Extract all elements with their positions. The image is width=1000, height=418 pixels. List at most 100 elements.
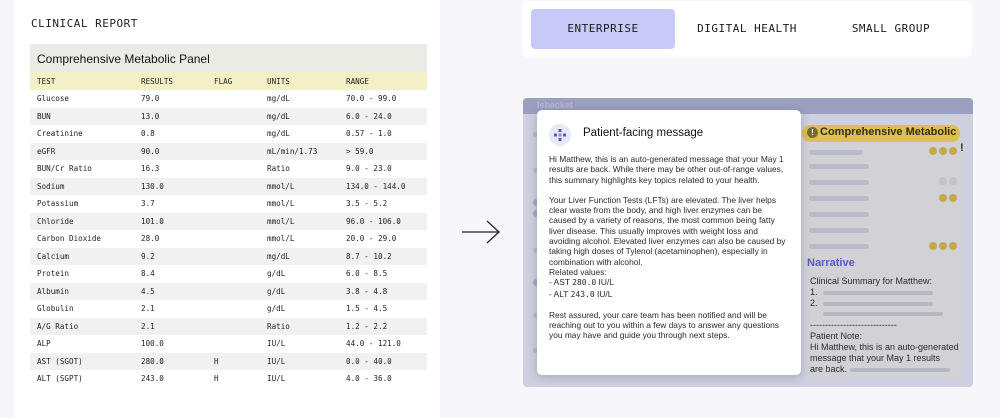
cell-range: 20.0 - 29.0 xyxy=(346,234,397,244)
cell-units: mmol/L xyxy=(267,234,295,244)
related-value-alt: - ALT 243.0 IU/L xyxy=(549,289,791,300)
narrative-title: Narrative xyxy=(807,257,855,269)
cell-units: mg/dL xyxy=(267,129,290,139)
cell-units: g/dL xyxy=(260,282,339,300)
cell-test: BUN/Cr Ratio xyxy=(37,164,92,174)
tab-enterprise[interactable]: ENTERPRISE xyxy=(531,9,675,49)
cell-result: 28.0 xyxy=(141,234,160,244)
cell-test: eGFR xyxy=(30,142,134,160)
status-dot xyxy=(939,147,947,155)
narrative-divider: ----------------------------- xyxy=(810,320,897,330)
table-row: A/G Ratio 2.1 Ratio 1.2 - 2.2 xyxy=(30,317,427,335)
cell-range: > 59.0 xyxy=(339,142,427,160)
table-row: Carbon Dioxide 28.0 mmol/L 20.0 - 29.0 xyxy=(30,230,427,248)
table-row: AST (SGOT) 280.0 H IU/L 0.0 - 40.0 xyxy=(30,352,427,370)
cell-units: mg/dL xyxy=(260,107,339,125)
cell-test: Globulin xyxy=(37,304,74,314)
cell-flag: H xyxy=(207,352,260,370)
status-dot xyxy=(939,194,947,202)
cell-flag xyxy=(207,142,260,160)
segment-tabs: ENTERPRISE DIGITAL HEALTH SMALL GROUP xyxy=(522,1,972,57)
cell-units: mg/dL xyxy=(267,94,290,104)
column-header-range: RANGE xyxy=(339,72,427,90)
related-value-unit: IU/L xyxy=(596,277,614,288)
patient-message-dialog: Patient-facing message Hi Matthew, this … xyxy=(537,110,801,375)
table-row: Chloride 101.0 mmol/L 96.0 - 106.0 xyxy=(30,212,427,230)
cell-flag xyxy=(207,177,260,195)
cell-units: mmol/L xyxy=(260,177,339,195)
cell-units: IU/L xyxy=(260,352,339,370)
cell-units: Ratio xyxy=(260,317,339,335)
cell-range: 8.7 - 10.2 xyxy=(339,247,427,265)
cell-flag xyxy=(207,282,260,300)
cell-flag xyxy=(207,230,260,248)
cell-flag: H xyxy=(214,374,219,384)
cell-result: 13.0 xyxy=(134,107,207,125)
status-dot xyxy=(949,194,957,202)
placeholder-bar xyxy=(809,196,869,201)
alert-icon: ! xyxy=(807,127,818,138)
placeholder-bar xyxy=(823,291,933,295)
narrative-list-item: 2. xyxy=(810,298,818,308)
cell-test: A/G Ratio xyxy=(30,317,134,335)
cell-range: 70.0 - 99.0 xyxy=(346,94,397,104)
cell-flag xyxy=(207,335,260,353)
status-dot xyxy=(949,177,957,185)
related-values-label: Related values: xyxy=(549,266,607,277)
column-header-results: RESULTS xyxy=(134,72,207,90)
cell-result: 2.1 xyxy=(134,317,207,335)
dialog-body: Hi Matthew, this is an auto-generated me… xyxy=(549,154,791,351)
cell-range: 134.0 - 144.0 xyxy=(339,177,427,195)
cell-units: IU/L xyxy=(267,374,286,384)
cell-units: IU/L xyxy=(267,339,286,349)
related-value-number: 243.0 xyxy=(570,289,595,299)
related-value-label: - AST xyxy=(549,277,573,288)
alert-mark: ! xyxy=(960,142,964,154)
status-dot xyxy=(949,242,957,250)
related-value-unit: IU/L xyxy=(594,288,613,299)
placeholder-bar xyxy=(809,180,869,185)
cell-units: Ratio xyxy=(267,164,290,174)
cell-flag xyxy=(207,247,260,265)
tab-small-group[interactable]: SMALL GROUP xyxy=(819,9,963,49)
table-row: BUN/Cr Ratio 16.3 Ratio 9.0 - 23.0 xyxy=(30,160,427,178)
cell-flag xyxy=(207,90,260,108)
status-dot xyxy=(949,147,957,155)
cell-units: mg/dL xyxy=(260,247,339,265)
cell-test: Protein xyxy=(37,269,70,279)
tab-digital-health[interactable]: DIGITAL HEALTH xyxy=(675,9,819,49)
table-row: Protein 8.4 g/dL 6.0 - 8.5 xyxy=(30,265,427,283)
placeholder-bar xyxy=(823,312,943,316)
clinical-report: CLINICAL REPORT Comprehensive Metabolic … xyxy=(14,0,440,418)
status-dot xyxy=(939,242,947,250)
narrative-list-item: 1. xyxy=(810,287,818,297)
related-value-number: 280.0 xyxy=(572,278,597,288)
narrative-heading: Clinical Summary for Matthew: xyxy=(810,276,933,286)
cell-flag xyxy=(207,107,260,125)
cell-test: Albumin xyxy=(30,282,134,300)
cell-test: AST (SGOT) xyxy=(30,352,134,370)
cell-range: 9.0 - 23.0 xyxy=(346,164,392,174)
placeholder-bar xyxy=(809,150,863,155)
related-value-label: - ALT xyxy=(549,288,571,299)
cell-test: Calcium xyxy=(30,247,134,265)
column-header-units: UNITS xyxy=(260,72,339,90)
cell-units: mL/min/1.73 xyxy=(260,142,339,160)
placeholder-bar xyxy=(809,228,869,233)
arrow-right-icon xyxy=(462,220,500,244)
status-dot xyxy=(929,242,937,250)
message-paragraph: Rest assured, your care team has been no… xyxy=(549,309,779,341)
cell-test: Carbon Dioxide xyxy=(37,234,102,244)
cell-result: 130.0 xyxy=(134,177,207,195)
table-row: Sodium 130.0 mmol/L 134.0 - 144.0 xyxy=(30,177,427,195)
patient-note-line: are back. xyxy=(810,364,848,374)
cell-result: 16.3 xyxy=(141,164,160,174)
lab-results-table: TEST RESULTS FLAG UNITS RANGE Glucose 79.… xyxy=(30,72,427,388)
column-header-flag: FLAG xyxy=(207,72,260,90)
patient-note-label: Patient Note: xyxy=(810,331,863,341)
status-dot xyxy=(929,147,937,155)
cell-test: Glucose xyxy=(37,94,70,104)
dashboard-header-text: Isbacket xyxy=(537,100,574,110)
table-row: Creatinine 0.8 mg/dL 0.57 - 1.0 xyxy=(30,125,427,143)
cell-range: 1.5 - 4.5 xyxy=(346,304,388,314)
